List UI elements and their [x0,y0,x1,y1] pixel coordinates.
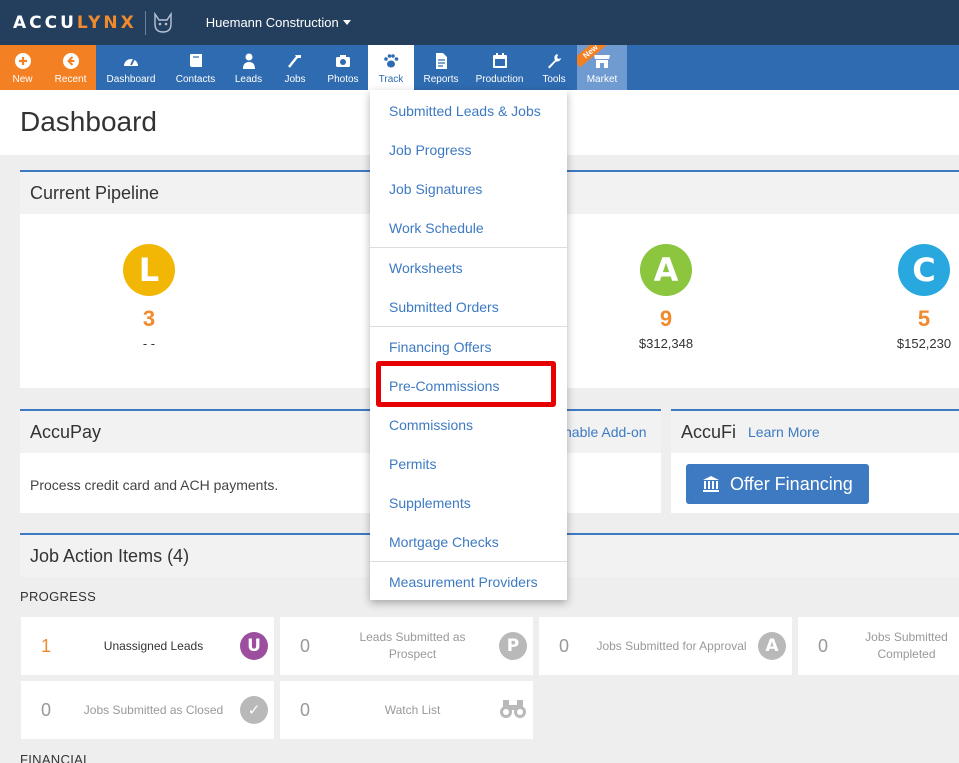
pipeline-count: 9 [659,306,673,331]
person-icon [242,53,255,69]
nav-track[interactable]: Track [368,45,414,90]
pipeline-count: 3 [142,306,156,331]
document-icon [436,53,447,69]
storefront-icon [594,55,610,68]
learn-more-link[interactable]: Learn More [748,424,820,440]
nav-production[interactable]: Production [468,45,531,90]
accufi-panel: AccuFi Learn More Offer Financing [671,409,959,513]
pipeline-leads[interactable]: L 3 - - [99,244,199,351]
completed-badge: C [898,244,950,296]
pipeline-count: 5 [917,306,931,331]
menu-item-worksheets[interactable]: Worksheets [370,248,567,287]
company-selector[interactable]: Huemann Construction [206,15,351,30]
calendar-icon [492,53,507,68]
enable-addon-link[interactable]: nable Add-on [564,424,647,440]
menu-item-permits[interactable]: Permits [370,444,567,483]
prospect-badge: P [499,632,527,660]
track-dropdown-menu: Submitted Leads & Jobs Job Progress Job … [370,90,567,600]
nav-contacts[interactable]: Contacts [166,45,225,90]
book-icon [189,54,202,67]
progress-section-label: PROGRESS [20,589,97,604]
nav-recent[interactable]: Recent [45,45,96,90]
unassigned-badge: U [240,632,268,660]
menu-item-job-signatures[interactable]: Job Signatures [370,169,567,208]
nav-market[interactable]: New Market [577,45,627,90]
nav-leads[interactable]: Leads [225,45,272,90]
page-title: Dashboard [20,106,157,137]
tile-unassigned-leads[interactable]: 1 Unassigned Leads U [21,617,274,675]
tile-jobs-approval[interactable]: 0 Jobs Submitted for Approval A [539,617,792,675]
pre-commissions-highlight-box [376,361,556,407]
nav-new[interactable]: New [0,45,45,90]
pipeline-completed[interactable]: C 5 $152,230 [874,244,959,351]
offer-financing-button[interactable]: Offer Financing [686,464,869,504]
menu-item-measurement-providers[interactable]: Measurement Providers [370,562,567,601]
acculynx-logo[interactable]: ACCU LYNX [13,10,174,35]
pipeline-amount: $152,230 [896,336,952,351]
binoculars-icon [500,700,526,718]
tile-jobs-closed[interactable]: 0 Jobs Submitted as Closed ✓ [21,681,274,739]
menu-item-submitted-leads-jobs[interactable]: Submitted Leads & Jobs [370,91,567,130]
menu-item-work-schedule[interactable]: Work Schedule [370,208,567,247]
pipeline-approved[interactable]: A 9 $312,348 [616,244,716,351]
caret-down-icon [342,20,351,25]
nav-reports[interactable]: Reports [414,45,468,90]
menu-item-supplements[interactable]: Supplements [370,483,567,522]
tile-leads-prospect[interactable]: 0 Leads Submitted as Prospect P [280,617,533,675]
approved-badge: A [640,244,692,296]
check-icon: ✓ [240,696,268,724]
pipeline-amount: - - [142,336,156,351]
accufi-title: AccuFi Learn More [671,411,959,453]
approval-badge: A [758,632,786,660]
lynx-cat-icon [154,11,172,33]
wrench-icon [548,54,561,69]
main-nav: New Recent Dashboard Contacts Leads Jobs… [0,45,959,90]
nav-tools[interactable]: Tools [531,45,577,90]
plus-circle-icon [14,53,31,69]
tile-watch-list[interactable]: 0 Watch List [280,681,533,739]
financial-section-label: FINANCIAL [20,752,91,763]
top-bar: ACCU LYNX Huemann Construction [0,0,959,45]
nav-dashboard[interactable]: Dashboard [96,45,166,90]
menu-item-commissions[interactable]: Commissions [370,405,567,444]
pipeline-amount: $312,348 [638,336,694,351]
speedometer-icon [124,58,138,66]
hammer-icon [288,55,301,68]
menu-item-job-progress[interactable]: Job Progress [370,130,567,169]
paw-icon [384,54,399,68]
menu-item-submitted-orders[interactable]: Submitted Orders [370,287,567,326]
nav-photos[interactable]: Photos [318,45,368,90]
back-arrow-circle-icon [62,53,79,69]
menu-item-mortgage-checks[interactable]: Mortgage Checks [370,522,567,561]
nav-jobs[interactable]: Jobs [272,45,318,90]
accupay-description: Process credit card and ACH payments. [30,477,279,493]
bank-icon [703,476,719,492]
camera-icon [336,55,350,67]
lead-badge: L [123,244,175,296]
tile-jobs-completed[interactable]: 0 Jobs Submitted Completed [798,617,959,675]
